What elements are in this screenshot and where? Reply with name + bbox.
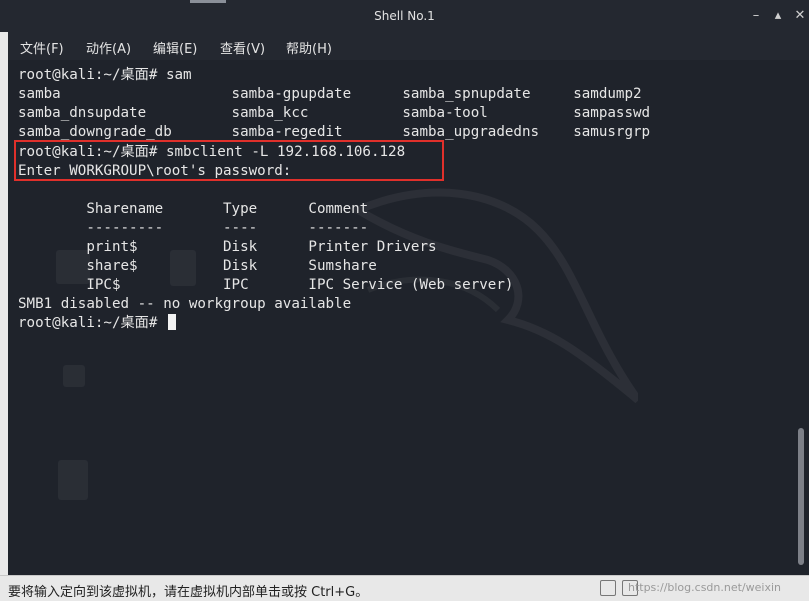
tab-indicator [190,0,226,3]
menu-bar: 文件(F) 动作(A) 编辑(E) 查看(V) 帮助(H) [8,32,809,60]
kali-dragon-watermark [349,188,638,404]
menu-file[interactable]: 文件(F) [20,38,64,57]
terminal-line: Sharename Type Comment [18,201,369,217]
close-icon[interactable]: ✕ [792,8,808,24]
window-title: Shell No.1 [374,9,435,23]
terminal-prompt[interactable]: root@kali:~/桌面# [18,314,176,333]
terminal-line: SMB1 disabled -- no workgroup available [18,296,352,312]
text-cursor [167,314,176,330]
terminal-line: IPC$ IPC IPC Service (Web server) [18,277,514,293]
device-icon[interactable] [600,580,616,596]
terminal-area[interactable]: root@kali:~/桌面# sam samba samba-gpupdate… [8,60,794,575]
terminal-line: root@kali:~/桌面# sam [18,67,192,83]
vertical-scrollbar[interactable] [794,60,809,575]
menu-view[interactable]: 查看(V) [220,38,265,57]
blog-watermark: https://blog.csdn.net/weixin [627,581,781,594]
minimize-icon[interactable]: – [748,8,764,24]
vm-hint-text: 要将输入定向到该虚拟机，请在虚拟机内部单击或按 Ctrl+G。 [8,585,369,600]
maximize-icon[interactable]: ▴ [770,8,786,24]
terminal-line: --------- ---- ------- [18,220,369,236]
ghost-document-icon [58,460,88,500]
menu-action[interactable]: 动作(A) [86,38,131,57]
title-bar: Shell No.1 – ▴ ✕ [0,0,809,32]
vm-status-bar: 要将输入定向到该虚拟机，请在虚拟机内部单击或按 Ctrl+G。 https://… [0,575,809,601]
terminal-line: samba_dnsupdate samba_kcc samba-tool sam… [18,105,651,121]
terminal-line: samba samba-gpupdate samba_spnupdate sam… [18,86,642,102]
menu-edit[interactable]: 编辑(E) [153,38,197,57]
terminal-line: print$ Disk Printer Drivers [18,239,437,255]
host-window-edge [0,0,8,600]
red-highlight-box [14,140,444,181]
menu-help[interactable]: 帮助(H) [286,38,332,57]
prompt-text: root@kali:~/桌面# [18,315,166,331]
terminal-line: share$ Disk Sumshare [18,258,377,274]
scrollbar-thumb[interactable] [798,428,804,565]
ghost-home-icon [63,365,85,387]
